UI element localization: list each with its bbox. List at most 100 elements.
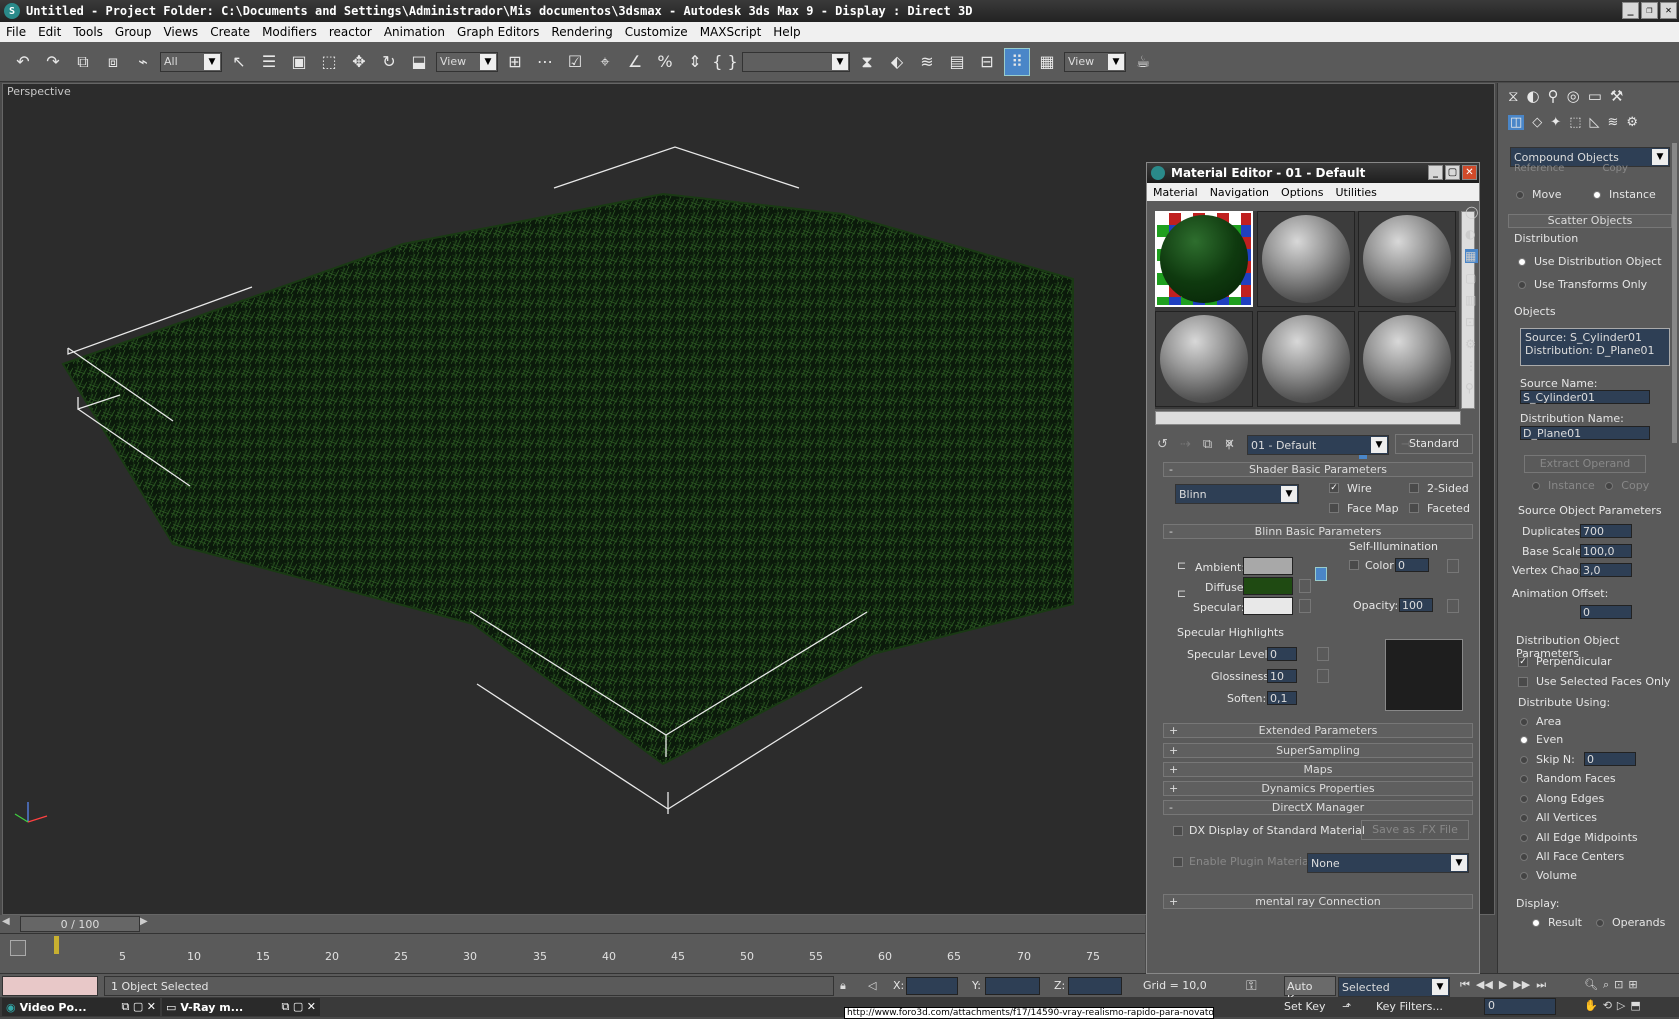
operands-list[interactable]: Source: S_Cylinder01 Distribution: D_Pla… xyxy=(1520,328,1670,366)
volume-radio[interactable]: Volume xyxy=(1520,869,1577,882)
maxscript-listener[interactable] xyxy=(2,976,98,996)
command-panel-scrollbar[interactable] xyxy=(1672,143,1677,443)
operand-source[interactable]: Source: S_Cylinder01 xyxy=(1525,331,1665,344)
glossiness-spinner[interactable]: 10 xyxy=(1267,669,1297,683)
z-coord-field[interactable] xyxy=(1068,977,1122,995)
slots-horizontal-scrollbar[interactable] xyxy=(1155,411,1461,425)
go-to-start-icon[interactable]: ⏮ xyxy=(1460,978,1470,992)
key-mode-dropdown[interactable]: Selected ▼ xyxy=(1338,977,1450,997)
material-editor-icon[interactable]: ⠿ xyxy=(1004,47,1030,76)
select-object-icon[interactable]: ↖ xyxy=(226,48,252,76)
create-tab-icon[interactable]: ⧖ xyxy=(1508,87,1519,105)
utilities-tab-icon[interactable]: ⚒ xyxy=(1610,87,1623,105)
undo-icon[interactable]: ↶ xyxy=(10,48,36,76)
set-key-button[interactable]: Set Key xyxy=(1284,1000,1326,1013)
maximize-viewport-icon[interactable]: ⬒ xyxy=(1630,999,1640,1012)
mini-curve-editor-icon[interactable] xyxy=(10,940,26,956)
window-controls-icon[interactable]: ⧉ ▢ ✕ xyxy=(282,1000,316,1014)
time-marker[interactable] xyxy=(54,936,59,954)
modify-tab-icon[interactable]: ◐ xyxy=(1527,87,1540,105)
sample-type-icon[interactable]: ◯ xyxy=(1465,205,1478,219)
time-slider-track[interactable]: ◀ 0 / 100 ▶ xyxy=(0,915,1145,933)
shader-basic-rollout[interactable]: - Shader Basic Parameters xyxy=(1163,462,1473,477)
zoom-extents-icon[interactable]: ⊡ xyxy=(1614,978,1623,992)
lock-maps-icon[interactable] xyxy=(1315,567,1327,581)
mirror-icon[interactable]: ⧗ xyxy=(854,48,880,76)
menu-material[interactable]: Material xyxy=(1147,186,1204,199)
helpers-icon[interactable]: ◺ xyxy=(1590,115,1600,130)
specular-level-spinner[interactable]: 0 xyxy=(1267,647,1297,661)
menu-navigation[interactable]: Navigation xyxy=(1204,186,1275,199)
lock-selection-icon[interactable]: 🔒︎ xyxy=(840,979,846,993)
lock-diffuse-specular-icon[interactable]: ⊏ xyxy=(1177,587,1186,600)
animation-offset-spinner[interactable]: 0 xyxy=(1580,605,1632,619)
go-to-end-icon[interactable]: ⏭ xyxy=(1536,978,1546,992)
all-vertices-radio[interactable]: All Vertices xyxy=(1520,811,1597,824)
faceted-checkbox[interactable] xyxy=(1409,503,1419,513)
base-scale-spinner[interactable]: 100,0 xyxy=(1580,544,1632,558)
random-faces-radio[interactable]: Random Faces xyxy=(1520,772,1616,785)
dynamics-properties-rollout[interactable]: + Dynamics Properties xyxy=(1163,781,1473,796)
play-icon[interactable]: ▶ xyxy=(1499,978,1507,992)
background-icon[interactable]: ▦ xyxy=(1465,249,1479,263)
backlight-icon[interactable]: ◐ xyxy=(1465,227,1478,241)
eyedropper-icon[interactable]: ⚲ xyxy=(1225,438,1233,451)
edit-named-sel-icon[interactable]: { } xyxy=(712,48,738,76)
menu-reactor[interactable]: reactor xyxy=(323,25,378,39)
enable-plugin-checkbox[interactable] xyxy=(1173,857,1183,867)
along-edges-radio[interactable]: Along Edges xyxy=(1520,792,1604,805)
orbit-icon[interactable]: ⟲ xyxy=(1603,999,1612,1012)
two-sided-checkbox[interactable] xyxy=(1409,483,1419,493)
self-illum-spinner[interactable]: 0 xyxy=(1395,558,1429,572)
menu-help[interactable]: Help xyxy=(767,25,806,39)
hierarchy-tab-icon[interactable]: ⚲ xyxy=(1548,87,1559,105)
supersampling-rollout[interactable]: + SuperSampling xyxy=(1163,743,1473,758)
source-name-field[interactable]: S_Cylinder01 xyxy=(1520,390,1650,404)
perpendicular-checkbox[interactable]: ✓ Perpendicular xyxy=(1518,655,1612,668)
skip-n-spinner[interactable]: 0 xyxy=(1584,752,1636,766)
set-key-icon[interactable]: ⬏ xyxy=(1342,1000,1351,1013)
make-preview-icon[interactable]: ⊡ xyxy=(1465,315,1478,329)
blinn-basic-rollout[interactable]: - Blinn Basic Parameters xyxy=(1163,524,1473,539)
menu-utilities[interactable]: Utilities xyxy=(1329,186,1382,199)
material-editor-title-bar[interactable]: Material Editor - 01 - Default _ ▢ ✕ xyxy=(1147,163,1479,183)
use-transforms-only-radio[interactable]: Use Transforms Only xyxy=(1518,278,1647,291)
systems-icon[interactable]: ⚙ xyxy=(1626,115,1638,130)
render-view-dropdown[interactable]: View ▼ xyxy=(1064,51,1126,72)
spinner-snap-icon[interactable]: ⇕ xyxy=(682,48,708,76)
close-icon[interactable]: ✕ xyxy=(1462,165,1477,180)
maps-rollout[interactable]: + Maps xyxy=(1163,762,1473,777)
taskbar-item-video-post[interactable]: ◉ Video Po... ⧉ ▢ ✕ xyxy=(2,998,160,1016)
zoom-all-icon[interactable]: ⌕ xyxy=(1603,978,1609,992)
even-radio[interactable]: Even xyxy=(1520,733,1563,746)
cameras-icon[interactable]: ⬚ xyxy=(1569,115,1581,130)
instance-radio[interactable]: Instance xyxy=(1593,188,1656,201)
menu-animation[interactable]: Animation xyxy=(378,25,451,39)
operands-radio[interactable]: Operands xyxy=(1596,916,1665,929)
skip-n-radio[interactable]: Skip N: xyxy=(1520,753,1575,766)
percent-snap-icon[interactable]: % xyxy=(652,48,678,76)
zoom-icon[interactable]: 🔍︎ xyxy=(1584,978,1598,992)
pan-icon[interactable]: ✋ xyxy=(1584,999,1598,1012)
layer-manager-icon[interactable]: ≋ xyxy=(914,48,940,76)
next-frame-arrow-icon[interactable]: ▶ xyxy=(140,916,154,932)
ambient-color-swatch[interactable] xyxy=(1243,557,1293,575)
menu-maxscript[interactable]: MAXScript xyxy=(694,25,768,39)
snap-toggle-icon[interactable]: ⌖ xyxy=(592,48,618,76)
save-fx-button[interactable]: Save as .FX File xyxy=(1361,820,1469,840)
duplicates-spinner[interactable]: 700 xyxy=(1580,524,1632,538)
specular-color-swatch[interactable] xyxy=(1243,597,1293,615)
quick-render-icon[interactable]: ☕ xyxy=(1130,48,1156,76)
menu-tools[interactable]: Tools xyxy=(67,25,109,39)
put-to-scene-icon[interactable]: ⇢ xyxy=(1180,437,1191,459)
track-bar[interactable]: 5 10 15 20 25 30 35 40 45 50 55 60 65 70… xyxy=(0,933,1145,973)
material-navigator-icon[interactable]: ⚲ xyxy=(1465,381,1478,395)
use-selected-faces-checkbox[interactable]: Use Selected Faces Only xyxy=(1518,675,1671,688)
redo-icon[interactable]: ↷ xyxy=(40,48,66,76)
absolute-mode-icon[interactable]: ◁ xyxy=(868,979,876,992)
select-by-material-icon[interactable]: ⋮ xyxy=(1465,359,1478,373)
opacity-spinner[interactable]: 100 xyxy=(1399,598,1433,612)
curve-editor-icon[interactable]: ▤ xyxy=(944,48,970,76)
lights-icon[interactable]: ✦ xyxy=(1550,115,1561,130)
sample-slot-5[interactable] xyxy=(1257,311,1355,407)
